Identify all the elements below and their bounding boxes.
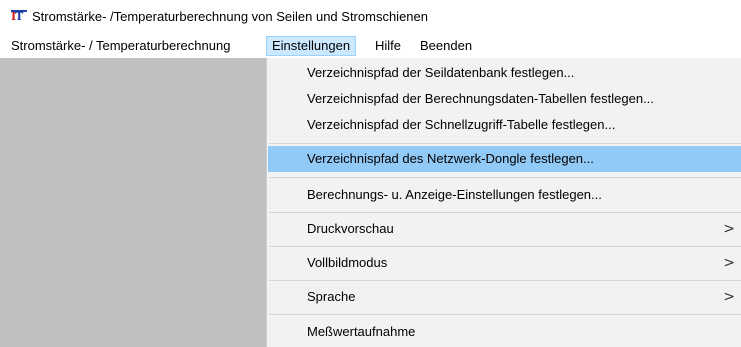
menu-item-label: Meßwertaufnahme [307, 324, 416, 339]
chevron-right-icon: > [723, 221, 735, 237]
menu-item-label: Sprache [307, 289, 356, 304]
menu-item-netzwerk-dongle-pfad[interactable]: Verzeichnispfad des Netzwerk-Dongle fest… [268, 146, 741, 172]
menu-stromstaerke[interactable]: Stromstärke- / Temperaturberechnung [9, 36, 232, 56]
menu-separator [269, 177, 741, 178]
window-title: Stromstärke- /Temperaturberechnung von S… [32, 9, 428, 24]
menu-item-label: Verzeichnispfad der Berechnungsdaten-Tab… [307, 91, 654, 106]
menu-separator [269, 314, 741, 315]
menu-item-schnellzugriff-pfad[interactable]: Verzeichnispfad der Schnellzugriff-Tabel… [268, 112, 741, 138]
menu-item-messwertaufnahme[interactable]: Meßwertaufnahme [268, 319, 741, 345]
menu-item-seildatenbank-pfad[interactable]: Verzeichnispfad der Seildatenbank festle… [268, 60, 741, 86]
menu-item-label: Verzeichnispfad der Seildatenbank festle… [307, 65, 575, 80]
chevron-right-icon: > [723, 255, 735, 271]
menu-separator [269, 143, 741, 144]
menu-separator [269, 246, 741, 247]
menu-item-label: Vollbildmodus [307, 255, 388, 270]
menu-item-berechnungsdaten-pfad[interactable]: Verzeichnispfad der Berechnungsdaten-Tab… [268, 86, 741, 112]
menu-item-label: Verzeichnispfad des Netzwerk-Dongle fest… [307, 151, 594, 166]
menu-item-label: Verzeichnispfad der Schnellzugriff-Tabel… [307, 117, 616, 132]
menu-item-berechnungs-anzeige-einstellungen[interactable]: Berechnungs- u. Anzeige-Einstellungen fe… [268, 182, 741, 208]
menu-separator [269, 280, 741, 281]
app-logo-icon: IT [11, 10, 27, 24]
menu-bar: Stromstärke- / Temperaturberechnung Eins… [0, 34, 741, 58]
menu-hilfe[interactable]: Hilfe [373, 36, 403, 56]
menu-item-label: Druckvorschau [307, 221, 394, 236]
menu-einstellungen[interactable]: Einstellungen [266, 36, 357, 56]
title-bar: IT Stromstärke- /Temperaturberechnung vo… [0, 0, 741, 34]
menu-item-vollbildmodus[interactable]: Vollbildmodus > [268, 250, 741, 276]
menu-beenden[interactable]: Beenden [418, 36, 474, 56]
menu-separator [269, 212, 741, 213]
menu-item-label: Berechnungs- u. Anzeige-Einstellungen fe… [307, 187, 602, 202]
menu-item-druckvorschau[interactable]: Druckvorschau > [268, 216, 741, 242]
chevron-right-icon: > [723, 289, 735, 305]
menu-item-sprache[interactable]: Sprache > [268, 284, 741, 310]
einstellungen-dropdown-menu: Verzeichnispfad der Seildatenbank festle… [266, 58, 741, 347]
